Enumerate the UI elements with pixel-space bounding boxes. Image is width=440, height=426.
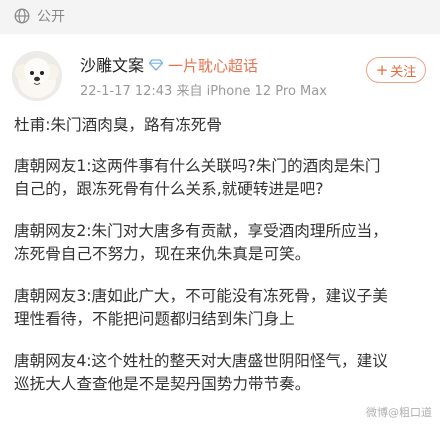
author-name[interactable]: 沙雕文案: [80, 56, 144, 76]
paragraph-netizen-4: 唐朝网友4:这个姓杜的整天对大唐盛世阴阳怪气，建议 巡抚大人查查他是不是契丹国势…: [14, 352, 388, 393]
paragraph-netizen-1: 唐朝网友1:这两件事有什么关联吗?朱门的酒肉是朱门 自己的，跟冻死骨有什么关系,…: [14, 157, 381, 198]
paragraph-du-fu: 杜甫:朱门酒肉臭，路有冻死骨: [14, 116, 222, 134]
avatar[interactable]: [12, 51, 62, 101]
follow-label: 关注: [390, 64, 417, 80]
watermark: 微博@粗口道: [366, 406, 432, 419]
visibility-label: 公开: [37, 9, 65, 25]
post-meta: 22-1-17 12:43 来自 iPhone 12 Pro Max: [80, 84, 327, 99]
globe-icon: [14, 8, 30, 24]
top-bar: 公开: [0, 0, 440, 34]
paragraph-netizen-2: 唐朝网友2:朱门对大唐多有贡献，享受酒肉理所应当， 冻死骨自己不努力，现在来仇朱…: [14, 222, 388, 263]
dog-avatar-icon: [12, 51, 62, 101]
plus-icon: +: [375, 61, 389, 79]
follow-button[interactable]: + 关注: [366, 57, 426, 83]
super-topic-link[interactable]: 一片耽心超话: [168, 56, 258, 76]
diamond-icon: [149, 59, 163, 71]
post-content: 杜甫:朱门酒肉臭，路有冻死骨 唐朝网友1:这两件事有什么关联吗?朱门的酒肉是朱门…: [14, 114, 432, 415]
paragraph-netizen-3: 唐朝网友3:唐如此广大，不可能没有冻死骨，建议子美 理性看待，不能把问题都归结到…: [14, 287, 388, 328]
